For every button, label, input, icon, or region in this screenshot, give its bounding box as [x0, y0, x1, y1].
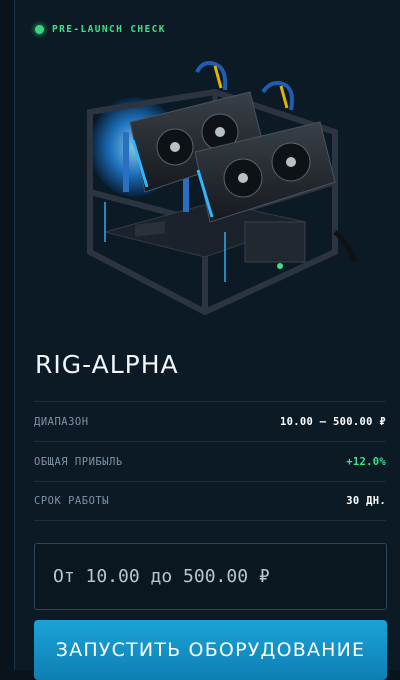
spec-value: 10.00 — 500.00 ₽ — [280, 415, 386, 428]
spec-value: +12.0% — [346, 455, 386, 468]
amount-input[interactable] — [53, 566, 386, 587]
spec-value: 30 ДН. — [346, 495, 386, 507]
spec-label: ДИАПАЗОН — [34, 415, 89, 428]
amount-field[interactable] — [34, 543, 387, 610]
spec-row-range: ДИАПАЗОН 10.00 — 500.00 ₽ — [34, 401, 386, 441]
status-dot-icon — [35, 25, 44, 34]
status-label: PRE-LAUNCH CHECK — [52, 24, 166, 35]
status-badge: PRE-LAUNCH CHECK — [35, 24, 166, 35]
specs-list: ДИАПАЗОН 10.00 — 500.00 ₽ ОБЩАЯ ПРИБЫЛЬ … — [34, 401, 386, 521]
spec-label: ОБЩАЯ ПРИБЫЛЬ — [34, 455, 123, 468]
spec-row-duration: СРОК РАБОТЫ 30 ДН. — [34, 481, 386, 521]
rig-card: PRE-LAUNCH CHECK RIG-ALPHA ДИАПАЗОН 10.0… — [14, 0, 400, 680]
spec-label: СРОК РАБОТЫ — [34, 495, 110, 507]
gpu-mining-rig-icon — [87, 61, 358, 316]
launch-button[interactable]: ЗАПУСТИТЬ ОБОРУДОВАНИЕ — [34, 620, 387, 680]
spec-row-profit: ОБЩАЯ ПРИБЫЛЬ +12.0% — [34, 441, 386, 481]
rig-title: RIG-ALPHA — [35, 350, 179, 379]
